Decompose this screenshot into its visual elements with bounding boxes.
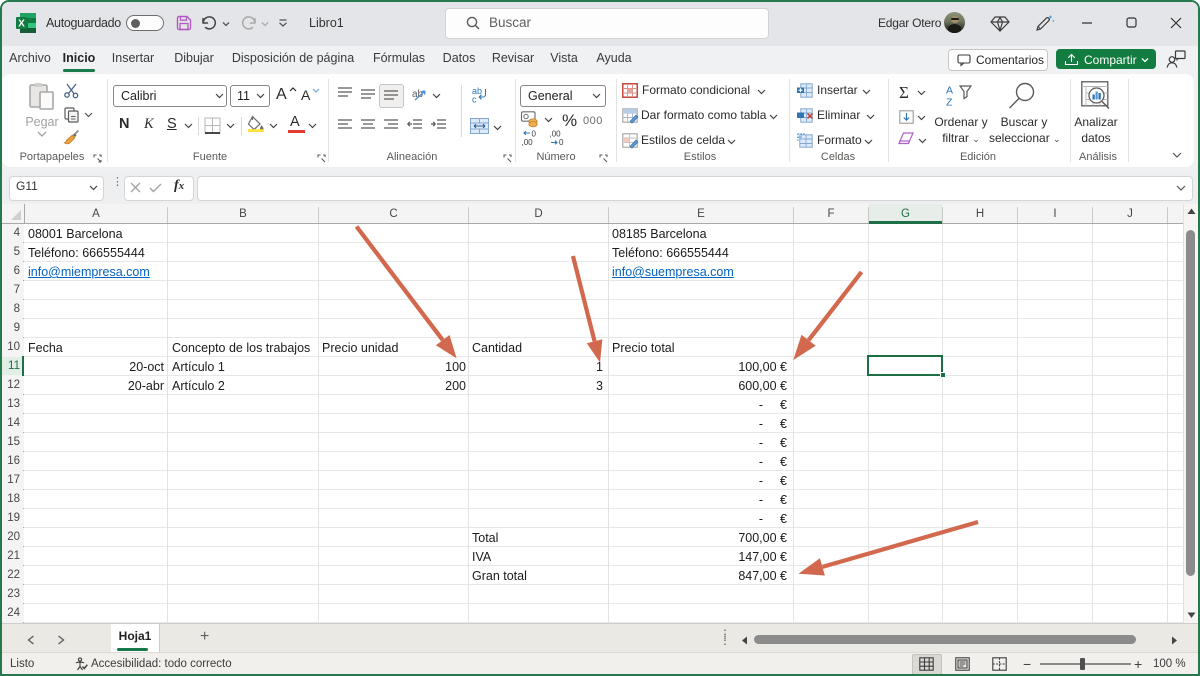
svg-text:,00: ,00 (522, 138, 534, 147)
svg-text:X: X (18, 19, 25, 30)
svg-text:0: 0 (559, 138, 564, 147)
svg-text:Z: Z (946, 97, 953, 109)
svg-text:c: c (472, 95, 477, 105)
svg-text:A: A (946, 85, 953, 97)
